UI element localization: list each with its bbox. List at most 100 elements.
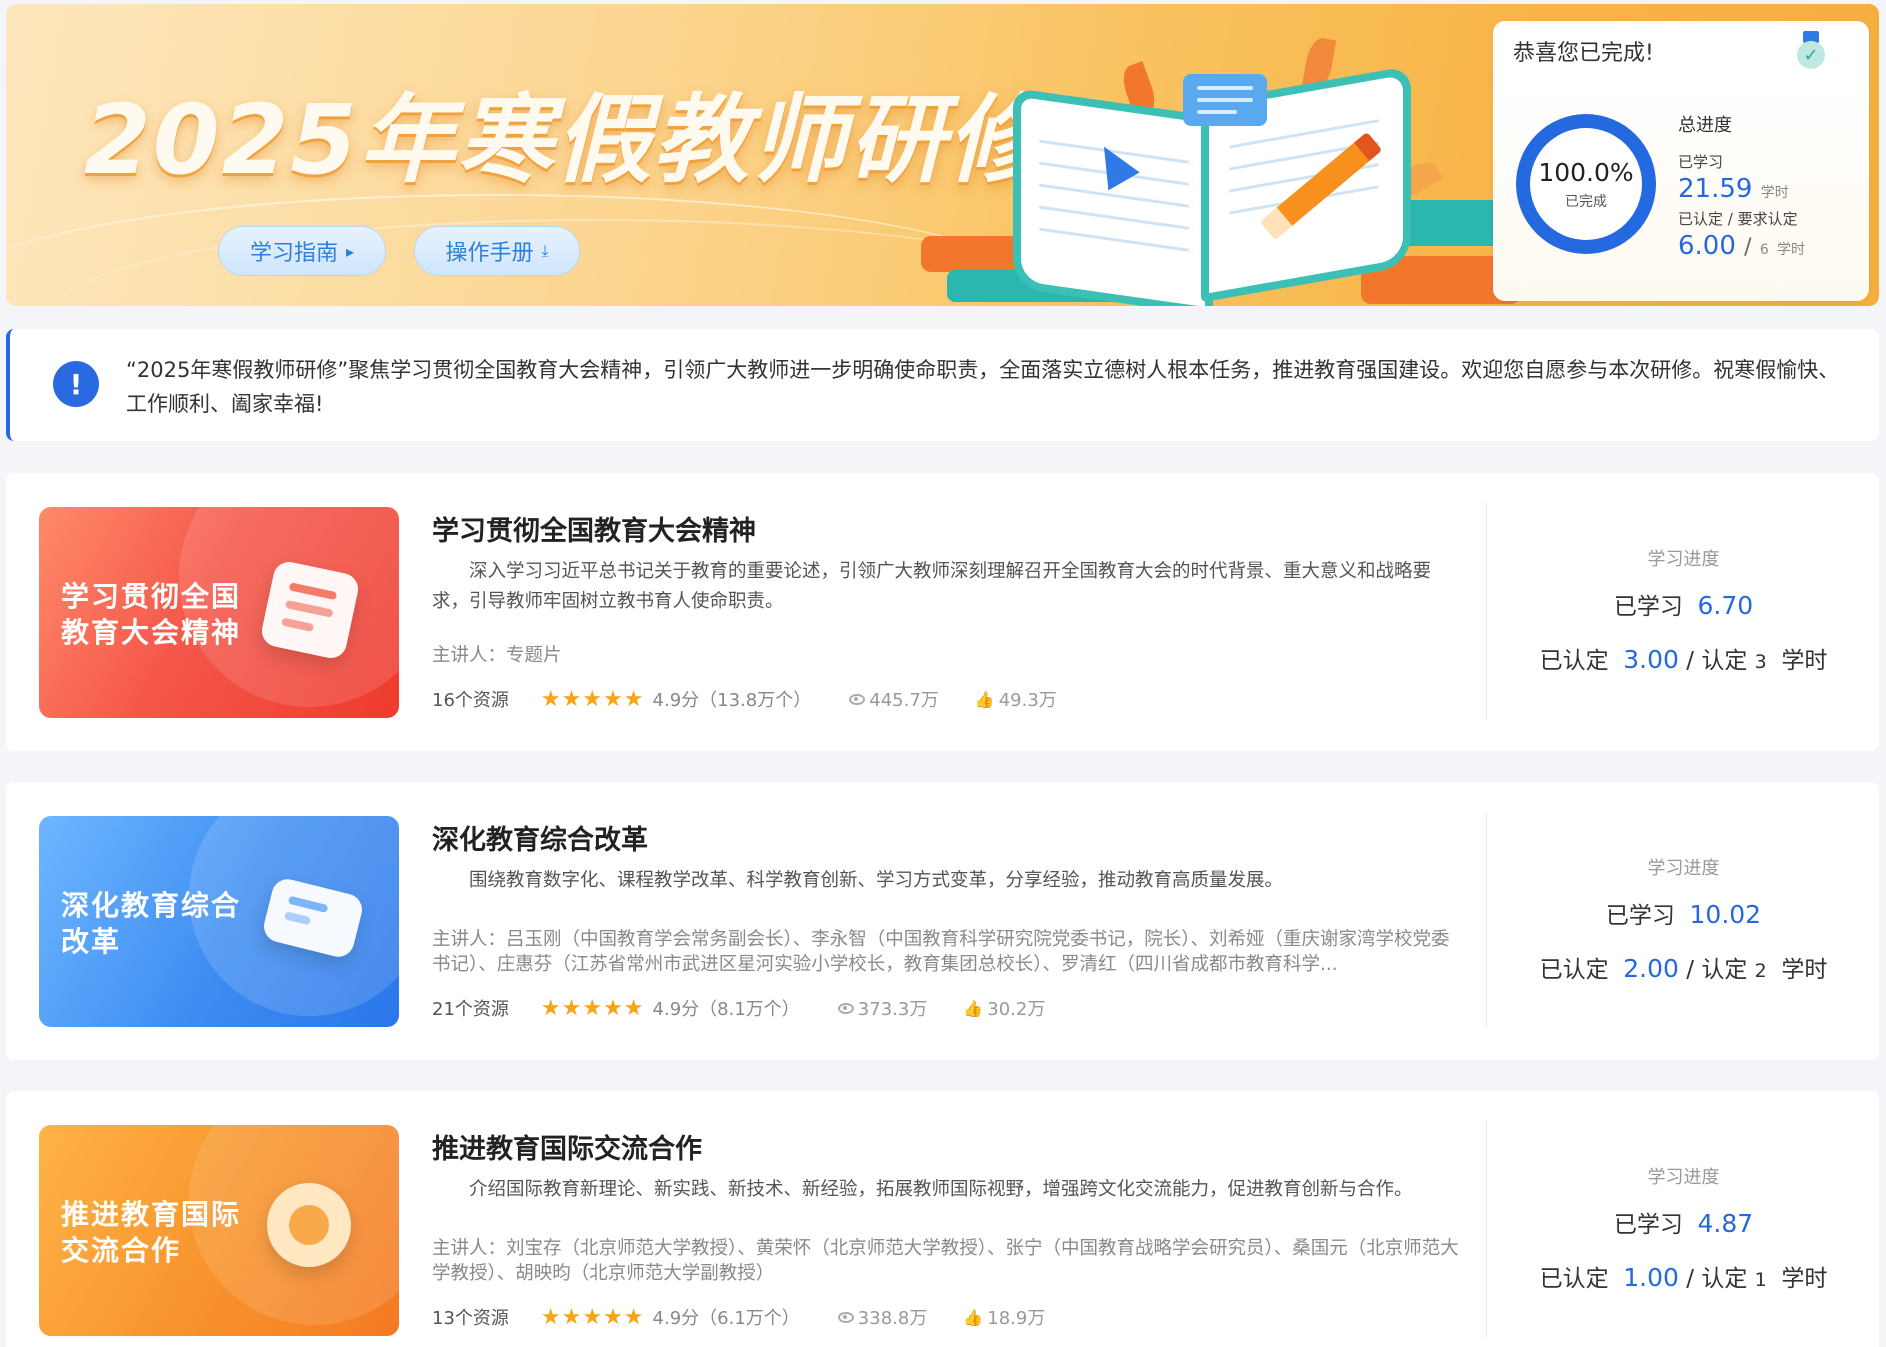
credited-value: 2.00 [1623,954,1679,983]
medal-icon: ✓ [1797,31,1825,69]
divider [1486,812,1487,1028]
notice-text: “2025年寒假教师研修”聚焦学习贯彻全国教育大会精神，引领广大教师进一步明确使… [126,358,1840,416]
credit-req-prefix: 认定 [1701,1266,1748,1292]
course-thumbnail[interactable]: 学习贯彻全国教育大会精神 [39,507,399,718]
progress-percent: 100.0% [1538,157,1634,187]
play-arrow-icon: ▸ [345,241,355,261]
credited-value: 3.00 [1623,645,1679,674]
course-title[interactable]: 深化教育综合改革 [432,818,648,857]
likes: 👍 18.9万 [963,1304,1045,1330]
credited-prefix: 已认定 [1539,957,1609,983]
course-progress: 学习进度 已学习 6.70 已认定 3.00 / 认定 3 学时 [1488,473,1879,751]
star-rating-icon: ★★★★★ [540,995,645,1021]
course-thumbnail[interactable]: 推进教育国际交流合作 [39,1125,399,1336]
thumbs-up-icon: 👍 [974,689,995,709]
course-title[interactable]: 推进教育国际交流合作 [432,1127,702,1166]
progress-label: 学习进度 [1647,1167,1720,1188]
credited-prefix: 已认定 [1539,648,1609,674]
likes-count: 30.2万 [987,999,1046,1020]
studied-value: 4.87 [1697,1209,1754,1238]
course-meta: 16个资源 ★★★★★ 4.9分（13.8万个） 445.7万 👍 49.3万 [432,686,1057,712]
credited-row: 已认定 1.00 / 认定 1 学时 [1539,1263,1828,1292]
course-card[interactable]: 学习贯彻全国教育大会精神 学习贯彻全国教育大会精神 深入学习习近平总书记关于教育… [6,473,1879,751]
congrats-text: 恭喜您已完成! [1513,41,1654,66]
views: 338.8万 [837,1304,928,1330]
studied-row: 已学习 4.87 [1488,1205,1879,1239]
credited-value: 6.00 [1678,231,1736,261]
studied-value: 10.02 [1689,900,1762,929]
divider [1486,1121,1487,1337]
unit-label: 学时 [1781,648,1828,674]
star-rating-icon: ★★★★★ [540,1304,645,1330]
required-value: 2 [1754,960,1767,982]
likes-count: 18.9万 [987,1308,1046,1329]
course-lecturer: 主讲人：刘宝存（北京师范大学教授）、黄荣怀（北京师范大学教授）、张宁（中国教育战… [432,1238,1459,1284]
operation-manual-button[interactable]: 操作手册 ⤓ [414,226,580,276]
banner-title: 2025年寒假教师研修 [84,84,1046,196]
course-lecturer: 主讲人：吕玉刚（中国教育学会常务副会长）、李永智（中国教育科学研究院党委书记，院… [432,929,1450,975]
progress-ring: 100.0% 已完成 [1516,114,1656,254]
resource-count: 13个资源 [432,1308,509,1329]
rating-text: 4.9分（6.1万个） [652,1308,800,1329]
divider [1486,503,1487,719]
unit-label: 学时 [1781,1266,1828,1292]
studied-hours: 21.59 学时 [1678,174,1805,204]
course-description: 围绕教育数字化、课程教学改革、科学教育创新、学习方式变革，分享经验，推动教育高质… [469,870,1284,891]
total-progress-label: 总进度 [1678,115,1732,136]
operation-manual-label: 操作手册 [445,241,534,266]
course-meta: 21个资源 ★★★★★ 4.9分（8.1万个） 373.3万 👍 30.2万 [432,995,1045,1021]
course-lecturer: 主讲人：专题片 [432,645,562,666]
studied-label: 已学习 [1678,153,1724,171]
credit-req-prefix: 认定 [1701,957,1748,983]
unit-label: 学时 [1777,242,1806,258]
progress-completed-label: 已完成 [1565,193,1607,210]
required-value: 6 [1759,242,1769,258]
info-icon: ! [53,361,99,407]
eye-icon [849,693,866,705]
credited-row: 已认定 3.00 / 认定 3 学时 [1539,645,1828,674]
download-icon: ⤓ [541,241,549,260]
course-card[interactable]: 深化教育综合改革 深化教育综合改革 围绕教育数字化、课程教学改革、科学教育创新、… [6,782,1879,1060]
thumbnail-text: 推进教育国际交流合作 [61,1198,242,1267]
course-card[interactable]: 推进教育国际交流合作 推进教育国际交流合作 介绍国际教育新理论、新实践、新技术、… [6,1091,1879,1347]
rating-text: 4.9分（8.1万个） [652,999,800,1020]
resource-count: 16个资源 [432,690,509,711]
credit-req-prefix: 认定 [1701,648,1748,674]
book-illustration [921,24,1541,306]
banner: 2025年寒假教师研修 学习指南 ▸ 操作手册 ⤓ 恭喜您已完成! ✓ 100.… [6,4,1879,306]
credited-prefix: 已认定 [1539,1266,1609,1292]
progress-stats: 总进度 已学习 21.59 学时 已认定 / 要求认定 6.00 / 6 学时 [1678,111,1805,261]
course-title[interactable]: 学习贯彻全国教育大会精神 [432,509,756,548]
study-guide-button[interactable]: 学习指南 ▸ [218,226,386,276]
unit-label: 学时 [1760,185,1789,201]
eye-icon [837,1311,854,1323]
required-value: 1 [1754,1269,1767,1291]
views-count: 338.8万 [857,1308,928,1329]
studied-prefix: 已学习 [1613,1212,1683,1238]
chat-bubble-icon [1183,74,1267,126]
unit-label: 学时 [1781,957,1828,983]
views-count: 373.3万 [857,999,928,1020]
study-guide-label: 学习指南 [249,241,338,266]
credited-row: 已认定 2.00 / 认定 2 学时 [1539,954,1828,983]
course-description: 介绍国际教育新理论、新实践、新技术、新经验，拓展教师国际视野，增强跨文化交流能力… [469,1179,1413,1200]
rating-text: 4.9分（13.8万个） [652,690,812,711]
thumbnail-text: 学习贯彻全国教育大会精神 [61,580,242,649]
studied-row: 已学习 6.70 [1488,587,1879,621]
likes-count: 49.3万 [998,690,1057,711]
notice-bar: ! “2025年寒假教师研修”聚焦学习贯彻全国教育大会精神，引领广大教师进一步明… [6,329,1879,441]
progress-label: 学习进度 [1647,858,1720,879]
views: 445.7万 [849,686,939,712]
thumbs-up-icon: 👍 [963,1307,984,1327]
likes: 👍 30.2万 [963,995,1045,1021]
course-meta: 13个资源 ★★★★★ 4.9分（6.1万个） 338.8万 👍 18.9万 [432,1304,1045,1330]
star-rating-icon: ★★★★★ [540,686,645,712]
document-icon [258,558,362,662]
views-count: 445.7万 [869,690,939,711]
studied-value: 6.70 [1697,591,1754,620]
views: 373.3万 [837,995,928,1021]
eye-icon [837,1002,854,1014]
course-thumbnail[interactable]: 深化教育综合改革 [39,816,399,1027]
course-progress: 学习进度 已学习 4.87 已认定 1.00 / 认定 1 学时 [1488,1091,1879,1347]
likes: 👍 49.3万 [975,686,1057,712]
